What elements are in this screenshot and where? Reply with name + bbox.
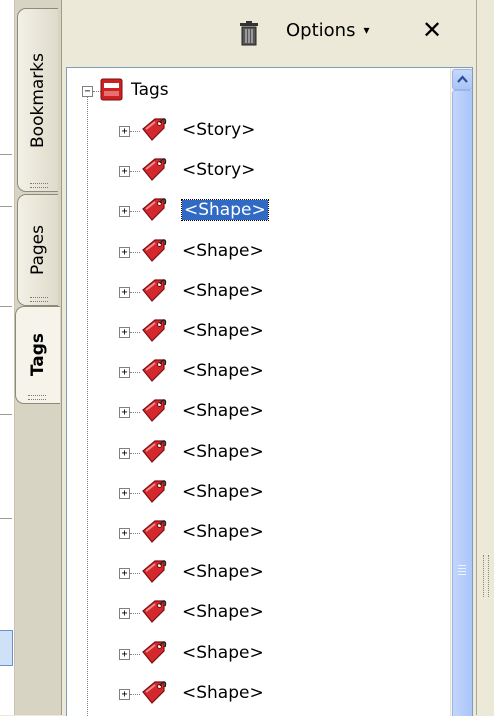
tree-item-row[interactable]: + <Shape> xyxy=(67,194,437,228)
expand-icon[interactable]: + xyxy=(119,126,130,137)
tag-icon xyxy=(142,641,167,664)
panel-resize-splitter[interactable] xyxy=(476,0,494,715)
thumb-grip xyxy=(458,565,466,566)
tree-item-row[interactable]: + <Shape> xyxy=(67,395,437,429)
tag-icon xyxy=(142,480,167,503)
tree-item-label: <Shape> xyxy=(181,199,269,221)
collapse-icon[interactable]: − xyxy=(82,86,93,97)
thumb-grip xyxy=(458,568,466,569)
tab-grip-icon xyxy=(30,183,48,188)
chevron-up-icon xyxy=(457,75,468,83)
expand-icon[interactable]: + xyxy=(119,568,130,579)
tree-item-label: <Shape> xyxy=(182,321,264,341)
expand-icon[interactable]: + xyxy=(119,327,130,338)
tree-item-label: <Story> xyxy=(182,160,256,180)
tag-icon xyxy=(142,681,167,704)
tree-root-row[interactable]: − Tags xyxy=(67,74,437,108)
expand-icon[interactable]: + xyxy=(119,367,130,378)
tree-item-label: <Shape> xyxy=(182,643,264,663)
tree-item-label: <Shape> xyxy=(182,522,264,542)
tree-item-row[interactable]: + <Shape> xyxy=(67,315,437,349)
expand-icon[interactable]: + xyxy=(119,247,130,258)
tree-item-row[interactable]: + <Story> xyxy=(67,154,437,188)
tag-icon xyxy=(142,118,167,141)
expand-icon[interactable]: + xyxy=(119,528,130,539)
tag-icon xyxy=(142,560,167,583)
tree-item-label: <Shape> xyxy=(182,361,264,381)
tab-pages-label: Pages xyxy=(28,224,48,275)
tag-icon xyxy=(142,359,167,382)
panel-toolbar: Options ▾ ✕ xyxy=(62,0,476,58)
tree-item-row[interactable]: + <Shape> xyxy=(67,637,437,671)
tree-item-row[interactable]: + <Shape> xyxy=(67,275,437,309)
tree-item-row[interactable]: + <Shape> xyxy=(67,436,437,470)
navigation-tab-column: Bookmarks Pages Tags xyxy=(15,0,62,715)
tab-tags-label: Tags xyxy=(28,333,48,377)
tag-icon xyxy=(142,158,167,181)
expand-icon[interactable]: + xyxy=(119,407,130,418)
tree-item-label: <Shape> xyxy=(182,281,264,301)
expand-icon[interactable]: + xyxy=(119,689,130,700)
scroll-thumb[interactable] xyxy=(452,90,472,716)
tree-item-row[interactable]: + <Shape> xyxy=(67,556,437,590)
vertical-scrollbar[interactable] xyxy=(450,68,472,716)
tree-item-row[interactable]: + <Shape> xyxy=(67,516,437,550)
scroll-up-button[interactable] xyxy=(452,69,472,90)
tab-grip-icon xyxy=(30,297,48,302)
thumb-grip xyxy=(458,571,466,572)
tag-icon xyxy=(142,279,167,302)
thumb-grip xyxy=(458,574,466,575)
page-guide-line xyxy=(0,154,12,155)
page-guide-line xyxy=(0,206,12,207)
expand-icon[interactable]: + xyxy=(119,488,130,499)
chevron-down-icon: ▾ xyxy=(363,23,370,37)
expand-icon[interactable]: + xyxy=(119,649,130,660)
close-icon[interactable]: ✕ xyxy=(422,16,442,44)
tree-item-row[interactable]: + <Shape> xyxy=(67,596,437,630)
tag-icon xyxy=(142,198,167,221)
page-guide-line xyxy=(0,414,12,415)
tag-icon xyxy=(142,239,167,262)
tree-item-label: <Shape> xyxy=(182,683,264,703)
expand-icon[interactable]: + xyxy=(119,206,130,217)
tag-icon xyxy=(142,399,167,422)
tab-pages[interactable]: Pages xyxy=(17,194,58,306)
tag-icon xyxy=(142,600,167,623)
options-menu-button[interactable]: Options ▾ xyxy=(286,20,369,41)
tree-item-label: <Shape> xyxy=(182,602,264,622)
tree-item-row[interactable]: + <Story> xyxy=(67,114,437,148)
document-selection-edge xyxy=(0,630,13,666)
trash-icon[interactable] xyxy=(236,20,262,46)
expand-icon[interactable]: + xyxy=(119,608,130,619)
tab-bookmarks[interactable]: Bookmarks xyxy=(17,8,58,192)
expand-icon[interactable]: + xyxy=(119,166,130,177)
tags-tree[interactable]: − Tags + <Story> + <Story> + <Shape> + <Shape> +… xyxy=(66,67,473,716)
page-guide-line xyxy=(0,518,12,519)
tree-item-row[interactable]: + <Shape> xyxy=(67,235,437,269)
tree-item-row[interactable]: + <Shape> xyxy=(67,476,437,510)
tree-item-row[interactable]: + <Shape> xyxy=(67,677,437,711)
tree-item-label: <Story> xyxy=(182,120,256,140)
tag-root-icon xyxy=(100,78,123,101)
tab-grip-icon xyxy=(28,395,46,400)
tag-icon xyxy=(142,520,167,543)
tree-item-label: <Shape> xyxy=(182,562,264,582)
tag-icon xyxy=(142,440,167,463)
page-guide-line xyxy=(0,306,12,307)
tab-tags[interactable]: Tags xyxy=(15,306,60,404)
tag-icon xyxy=(142,319,167,342)
tree-item-label: <Shape> xyxy=(182,401,264,421)
expand-icon[interactable]: + xyxy=(119,287,130,298)
splitter-grip xyxy=(483,555,489,597)
tree-item-label: <Shape> xyxy=(182,442,264,462)
expand-icon[interactable]: + xyxy=(119,448,130,459)
tree-item-row[interactable]: + <Shape> xyxy=(67,355,437,389)
tab-bookmarks-label: Bookmarks xyxy=(28,52,48,148)
tree-item-label: <Shape> xyxy=(182,241,264,261)
document-area-edge xyxy=(0,0,15,715)
options-label: Options xyxy=(286,20,356,41)
tree-item-label: <Shape> xyxy=(182,482,264,502)
tags-panel: Options ▾ ✕ − Tags + <Story> + <Story> + <Shap… xyxy=(62,0,476,716)
tree-root-label: Tags xyxy=(131,80,169,100)
